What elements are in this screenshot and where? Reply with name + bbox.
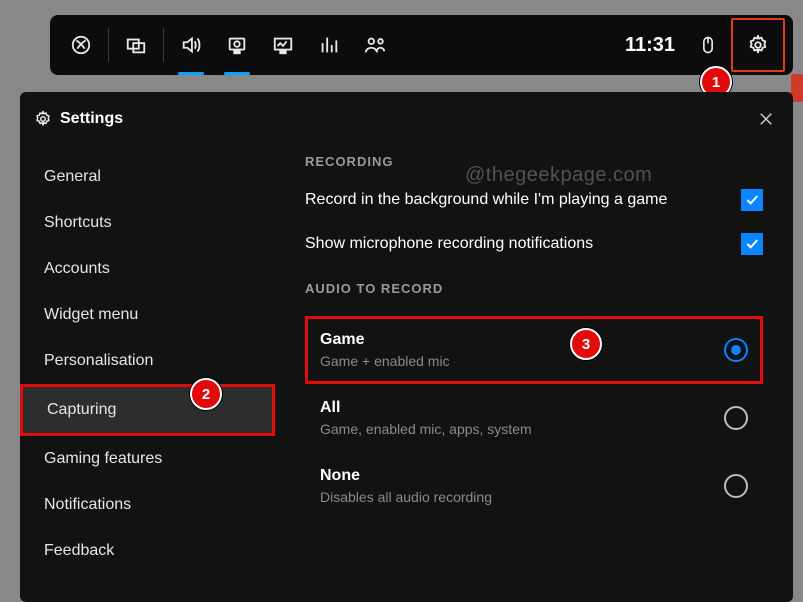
- close-icon[interactable]: [753, 106, 779, 132]
- option-label: Record in the background while I'm playi…: [305, 191, 741, 209]
- radio-option-game[interactable]: Game Game + enabled mic: [305, 316, 763, 384]
- sidebar-item-capturing-highlight: Capturing: [20, 384, 275, 436]
- mouse-icon[interactable]: [685, 22, 731, 68]
- annotation-badge-2: 2: [190, 378, 222, 410]
- widgets-icon[interactable]: [113, 22, 159, 68]
- radio-subtitle: Game + enabled mic: [320, 353, 724, 369]
- radio-title: All: [320, 399, 724, 417]
- sidebar-item-notifications[interactable]: Notifications: [20, 482, 275, 528]
- sidebar-item-accounts[interactable]: Accounts: [20, 246, 275, 292]
- radio-option-all[interactable]: All Game, enabled mic, apps, system: [305, 384, 763, 452]
- radio-option-none[interactable]: None Disables all audio recording: [305, 452, 763, 520]
- radio-title: None: [320, 467, 724, 485]
- sidebar-item-widget-menu[interactable]: Widget menu: [20, 292, 275, 338]
- annotation-badge-3: 3: [570, 328, 602, 360]
- settings-panel: Settings General Shortcuts Accounts Widg…: [20, 92, 793, 602]
- settings-button[interactable]: [735, 22, 781, 68]
- radio-button[interactable]: [724, 338, 748, 362]
- panel-title: Settings: [60, 110, 123, 128]
- settings-sidebar: General Shortcuts Accounts Widget menu P…: [20, 136, 275, 596]
- gear-icon: [34, 110, 52, 128]
- sidebar-item-shortcuts[interactable]: Shortcuts: [20, 200, 275, 246]
- sidebar-item-personalisation[interactable]: Personalisation: [20, 338, 275, 384]
- radio-title: Game: [320, 331, 724, 349]
- radio-button[interactable]: [724, 406, 748, 430]
- performance-icon[interactable]: [260, 22, 306, 68]
- sidebar-item-general[interactable]: General: [20, 154, 275, 200]
- sidebar-item-feedback[interactable]: Feedback: [20, 528, 275, 574]
- settings-button-highlight: [731, 18, 785, 72]
- clock-label: 11:31: [615, 34, 685, 57]
- radio-subtitle: Disables all audio recording: [320, 489, 724, 505]
- topbar-separator: [163, 28, 164, 62]
- checkbox-mic-notifications[interactable]: [741, 233, 763, 255]
- panel-header: Settings: [20, 102, 793, 136]
- sidebar-item-capturing[interactable]: Capturing: [23, 387, 272, 433]
- radio-button[interactable]: [724, 474, 748, 498]
- audio-icon[interactable]: [168, 22, 214, 68]
- watermark-text: @thegeekpage.com: [465, 164, 652, 187]
- settings-content: RECORDING Record in the background while…: [275, 136, 793, 596]
- option-row-mic-notifications: Show microphone recording notifications: [305, 233, 763, 255]
- option-row-background-record: Record in the background while I'm playi…: [305, 189, 763, 211]
- social-icon[interactable]: [352, 22, 398, 68]
- option-label: Show microphone recording notifications: [305, 235, 741, 253]
- audio-radio-group: Game Game + enabled mic All Game, enable…: [305, 316, 763, 520]
- checkbox-background-record[interactable]: [741, 189, 763, 211]
- capture-icon[interactable]: [214, 22, 260, 68]
- resources-icon[interactable]: [306, 22, 352, 68]
- xbox-icon[interactable]: [58, 22, 104, 68]
- section-header-audio: AUDIO TO RECORD: [305, 281, 763, 296]
- topbar-separator: [108, 28, 109, 62]
- radio-subtitle: Game, enabled mic, apps, system: [320, 421, 724, 437]
- xbox-gamebar-topbar: 11:31: [50, 15, 793, 75]
- sidebar-item-gaming-features[interactable]: Gaming features: [20, 436, 275, 482]
